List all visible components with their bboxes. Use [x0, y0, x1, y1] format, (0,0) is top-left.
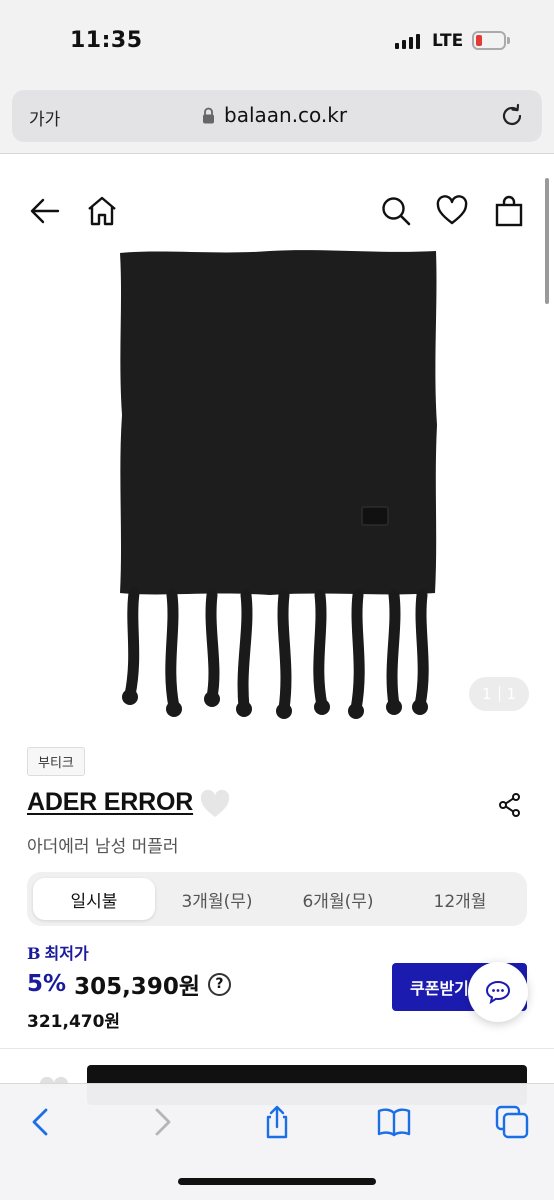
- network-label: LTE: [432, 31, 464, 51]
- signal-icon: [395, 33, 420, 49]
- original-price: 321,470원: [27, 1012, 121, 1032]
- reload-icon[interactable]: [499, 103, 525, 129]
- product-name: 아더에러 남성 머플러: [27, 837, 179, 857]
- chat-icon: [485, 980, 511, 1004]
- tab-lump-sum[interactable]: 일시불: [33, 878, 155, 920]
- safari-back-icon[interactable]: [24, 1104, 60, 1140]
- installment-tabs: 일시불 3개월(무) 6개월(무) 12개월: [27, 872, 527, 926]
- price-row: 5% 305,390원 ?: [27, 967, 231, 1001]
- url-text[interactable]: balaan.co.kr: [224, 103, 347, 127]
- tab-3-months[interactable]: 3개월(무): [157, 878, 277, 920]
- logo-patch: [361, 506, 389, 526]
- tabs-icon[interactable]: [494, 1104, 530, 1140]
- search-icon[interactable]: [380, 195, 412, 227]
- product-image[interactable]: [100, 245, 454, 725]
- home-icon[interactable]: [86, 195, 118, 227]
- share-icon[interactable]: [497, 792, 523, 818]
- sale-price: 305,390원: [74, 974, 200, 1000]
- bookmarks-icon[interactable]: [376, 1104, 412, 1140]
- tab-6-months[interactable]: 6개월(무): [277, 878, 399, 920]
- address-bar[interactable]: 가가 balaan.co.kr: [12, 90, 542, 142]
- heart-icon[interactable]: [436, 195, 468, 227]
- image-counter-current: 1: [481, 685, 492, 703]
- text-size-button[interactable]: 가가: [29, 105, 60, 130]
- best-price-label: B 최저가: [27, 940, 89, 964]
- status-time: 11:35: [70, 28, 143, 53]
- browser-address-area: 가가 balaan.co.kr: [0, 82, 554, 154]
- image-counter-total: 1: [506, 685, 517, 703]
- scarf-fringe: [124, 587, 429, 715]
- balaan-b-icon: B: [27, 944, 41, 963]
- page-scrollbar[interactable]: [545, 178, 549, 304]
- chat-button[interactable]: [468, 962, 528, 1022]
- shopping-bag-icon[interactable]: [493, 195, 525, 227]
- boutique-badge: 부티크: [27, 747, 85, 776]
- brand-link[interactable]: ADER ERROR: [27, 788, 193, 817]
- discount-rate: 5%: [27, 971, 67, 997]
- best-price-text: 최저가: [44, 944, 89, 963]
- back-arrow-icon[interactable]: [29, 195, 61, 227]
- lock-icon: [203, 107, 214, 124]
- safari-share-icon[interactable]: [259, 1104, 295, 1140]
- safari-forward-icon[interactable]: [143, 1104, 179, 1140]
- battery-icon: [472, 31, 510, 50]
- home-indicator[interactable]: [178, 1178, 376, 1185]
- status-bar: 11:35 LTE: [0, 0, 554, 82]
- section-divider: [0, 1048, 554, 1049]
- image-counter: 1 1: [469, 677, 529, 711]
- tab-12-months[interactable]: 12개월: [399, 878, 521, 920]
- price-help-icon[interactable]: ?: [207, 972, 231, 996]
- brand-heart-icon[interactable]: [199, 789, 231, 819]
